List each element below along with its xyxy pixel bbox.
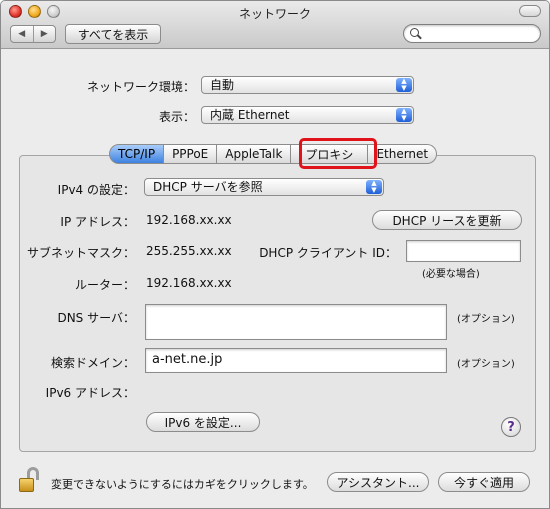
- tab-ethernet[interactable]: Ethernet: [368, 144, 438, 164]
- back-forward-control: ◀ ▶: [10, 25, 56, 43]
- ip-address-value: 192.168.xx.xx: [146, 213, 232, 227]
- apply-now-button[interactable]: 今すぐ適用: [438, 472, 530, 492]
- dhcp-client-id-field[interactable]: [406, 240, 521, 262]
- show-label: 表示：: [158, 110, 195, 124]
- search-icon: [410, 28, 419, 37]
- location-popup[interactable]: 自動 ▲ ▼: [201, 76, 414, 94]
- ipv6-address-label: IPv6 アドレス：: [45, 386, 135, 400]
- tab-appletalk[interactable]: AppleTalk: [217, 144, 292, 164]
- show-value: 内蔵 Ethernet: [210, 108, 290, 122]
- forward-button[interactable]: ▶: [32, 26, 56, 42]
- subnet-mask-label: サブネットマスク：: [26, 246, 135, 260]
- back-button[interactable]: ◀: [11, 26, 33, 42]
- ipv4-value: DHCP サーバを参照: [153, 180, 263, 194]
- tab-pppoe[interactable]: PPPoE: [164, 144, 218, 164]
- title-bar: ネットワーク ◀ ▶ すべてを表示: [1, 1, 549, 49]
- configure-ipv6-button[interactable]: IPv6 を設定...: [146, 412, 260, 432]
- router-value: 192.168.xx.xx: [146, 276, 232, 290]
- window-title: ネットワーク: [238, 7, 311, 21]
- network-preferences-window: ネットワーク ◀ ▶ すべてを表示 ネットワーク環境： 自動 ▲ ▼ 表示： 内蔵…: [0, 0, 550, 509]
- renew-dhcp-lease-button[interactable]: DHCP リースを更新: [372, 210, 522, 230]
- popup-arrows-icon: ▲ ▼: [396, 108, 412, 122]
- location-label: ネットワーク環境：: [86, 80, 195, 94]
- toolbar-toggle-button[interactable]: [519, 5, 541, 17]
- help-button[interactable]: ?: [501, 417, 521, 437]
- dns-server-label: DNS サーバ：: [57, 311, 135, 325]
- tab-tcpip[interactable]: TCP/IP: [109, 144, 165, 164]
- subnet-mask-value: 255.255.xx.xx: [146, 244, 232, 258]
- search-domain-optional-hint: (オプション): [457, 359, 515, 370]
- assistant-button[interactable]: アシスタント...: [327, 472, 429, 492]
- lock-instruction-text: 変更できないようにするにはカギをクリックします。: [51, 478, 314, 491]
- popup-arrows-icon: ▲ ▼: [396, 78, 412, 92]
- show-all-button[interactable]: すべてを表示: [65, 24, 161, 44]
- lock-icon[interactable]: [19, 467, 43, 493]
- show-popup[interactable]: 内蔵 Ethernet ▲ ▼: [201, 106, 414, 124]
- ip-address-label: IP アドレス：: [60, 215, 135, 229]
- search-field[interactable]: [403, 24, 541, 43]
- popup-arrows-icon: ▲ ▼: [366, 180, 382, 194]
- dhcp-client-id-label: DHCP クライアント ID：: [259, 246, 397, 260]
- dhcp-client-id-hint: (必要な場合): [422, 269, 480, 280]
- search-domain-label: 検索ドメイン：: [50, 356, 135, 370]
- search-domain-field[interactable]: a-net.ne.jp: [145, 348, 447, 373]
- router-label: ルーター：: [74, 278, 135, 292]
- tab-bar: TCP/IP PPPoE AppleTalk プロキシ Ethernet: [109, 144, 438, 164]
- dns-server-field[interactable]: [145, 304, 447, 340]
- ipv4-config-popup[interactable]: DHCP サーバを参照 ▲ ▼: [144, 178, 384, 196]
- location-value: 自動: [210, 78, 235, 92]
- ipv4-label: IPv4 の設定：: [57, 183, 135, 197]
- proxy-tab-highlight: [299, 138, 377, 169]
- dns-optional-hint: (オプション): [457, 314, 515, 325]
